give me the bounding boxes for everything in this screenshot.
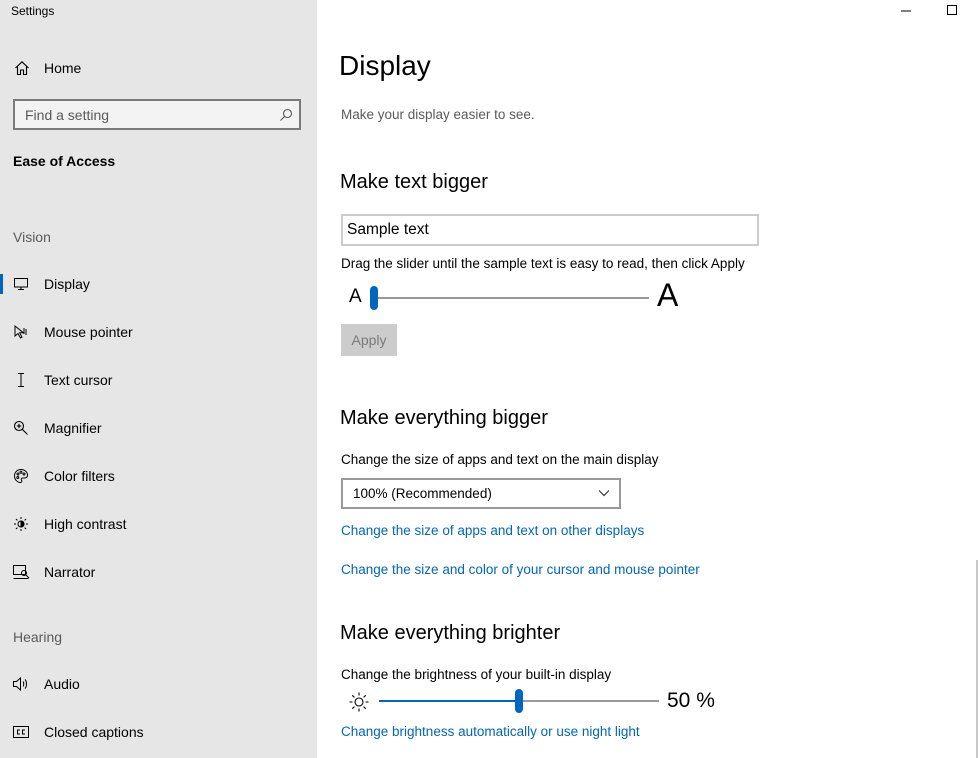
sidebar-item-label: Magnifier (44, 420, 102, 436)
apply-button[interactable]: Apply (341, 324, 397, 356)
sidebar-item-label: Mouse pointer (44, 324, 133, 340)
heading-make-everything-brighter: Make everything brighter (340, 622, 561, 644)
sidebar-item-display[interactable]: Display (0, 264, 317, 304)
heading-make-everything-bigger: Make everything bigger (340, 407, 548, 429)
text-size-slider-track[interactable] (373, 297, 649, 299)
home-label: Home (44, 60, 82, 76)
sun-icon (348, 691, 370, 718)
page-description: Make your display easier to see. (341, 107, 535, 122)
brightness-slider-thumb[interactable] (515, 689, 523, 713)
active-indicator (0, 274, 3, 294)
sidebar-item-mouse-pointer[interactable]: Mouse pointer (0, 312, 317, 352)
speaker-icon (11, 674, 31, 694)
text-cursor-icon (11, 370, 31, 390)
palette-icon (11, 466, 31, 486)
sidebar-item-text-cursor[interactable]: Text cursor (0, 360, 317, 400)
sidebar-item-label: Audio (44, 676, 80, 692)
search-input[interactable] (15, 106, 273, 123)
link-other-displays[interactable]: Change the size of apps and text on othe… (341, 523, 644, 538)
text-size-instruction: Drag the slider until the sample text is… (341, 256, 745, 271)
home-icon (13, 59, 31, 77)
large-a-label: A (657, 277, 679, 313)
search-box[interactable] (13, 99, 301, 130)
sidebar: Settings Home Ease of Access Vision Disp… (0, 0, 317, 758)
app-title: Settings (11, 4, 55, 18)
scale-label: Change the size of apps and text on the … (341, 452, 659, 467)
home-button[interactable]: Home (13, 58, 81, 78)
sidebar-item-high-contrast[interactable]: High contrast (0, 504, 317, 544)
section-title: Ease of Access (13, 153, 116, 169)
sidebar-item-magnifier[interactable]: Magnifier (0, 408, 317, 448)
sidebar-item-closed-captions[interactable]: Closed captions (0, 712, 317, 752)
small-a-label: A (349, 286, 362, 307)
link-cursor-pointer[interactable]: Change the size and color of your cursor… (341, 562, 700, 577)
sidebar-item-label: Display (44, 276, 90, 292)
group-label-hearing: Hearing (13, 629, 63, 645)
cc-icon (11, 722, 31, 742)
sample-text-box: Sample text (341, 214, 759, 246)
magnifier-icon (11, 418, 31, 438)
sidebar-item-color-filters[interactable]: Color filters (0, 456, 317, 496)
brightness-slider-fill (379, 700, 519, 702)
brightness-value: 50 % (667, 689, 715, 712)
brightness-label: Change the brightness of your built-in d… (341, 667, 612, 682)
page-title: Display (339, 50, 431, 81)
sidebar-item-label: Narrator (44, 564, 96, 580)
sidebar-item-audio[interactable]: Audio (0, 664, 317, 704)
chevron-down-icon (597, 486, 611, 503)
narrator-icon (11, 562, 31, 582)
mouse-pointer-icon (11, 322, 31, 342)
text-size-slider[interactable]: A A (341, 277, 761, 313)
text-size-slider-thumb[interactable] (370, 286, 378, 310)
sidebar-item-label: High contrast (44, 516, 127, 532)
search-icon[interactable] (273, 108, 299, 122)
scale-dropdown-value: 100% (Recommended) (353, 486, 492, 501)
group-label-vision: Vision (13, 229, 51, 245)
scale-dropdown[interactable]: 100% (Recommended) (341, 478, 621, 509)
brightness-slider[interactable]: 50 % (341, 686, 741, 716)
heading-make-text-bigger: Make text bigger (340, 171, 488, 193)
sidebar-item-narrator[interactable]: Narrator (0, 552, 317, 592)
sidebar-item-label: Color filters (44, 468, 115, 484)
monitor-icon (11, 274, 31, 294)
main-content: Display Make your display easier to see.… (317, 0, 978, 758)
sidebar-item-label: Text cursor (44, 372, 113, 388)
sidebar-item-label: Closed captions (44, 724, 144, 740)
high-contrast-icon (11, 514, 31, 534)
link-night-light[interactable]: Change brightness automatically or use n… (341, 724, 640, 739)
